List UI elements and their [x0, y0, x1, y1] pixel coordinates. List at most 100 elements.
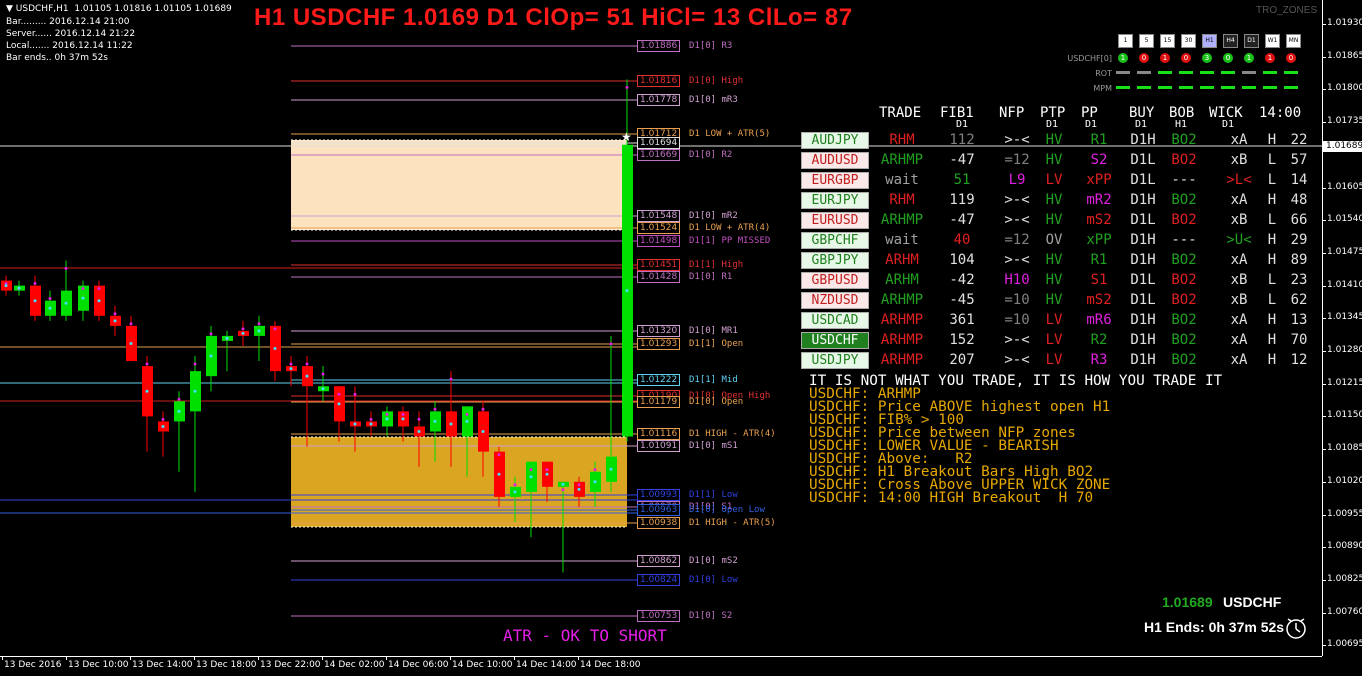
cell-hl: L [1267, 172, 1277, 188]
indicator-dot [561, 482, 565, 486]
pair-button[interactable]: USDCAD [801, 312, 869, 329]
timeframe-w1[interactable]: W1 [1265, 34, 1280, 48]
cell-wx: xB [1230, 152, 1248, 168]
time-tick-label: 13 Dec 2016 [4, 660, 62, 670]
cell-wx: >L< [1226, 172, 1252, 188]
indicator-dot [481, 429, 485, 433]
price-axis[interactable]: 1.01930 1.01865 1.01800 1.01735 1.01605 1.015… [1322, 0, 1362, 656]
level-label: D1[0] mS2 [689, 556, 738, 566]
menu-triangle-icon[interactable]: ▼ [6, 4, 16, 14]
price-tick [1323, 547, 1326, 549]
cell-nfp: =10 [1004, 312, 1030, 328]
cell-val: 14 [1290, 172, 1308, 188]
cell-fib: 104 [949, 252, 975, 268]
cell-trade: ARHM [885, 272, 919, 288]
time-tick [2, 657, 3, 660]
cell-wx: xA [1230, 252, 1248, 268]
cell-wx: xA [1230, 192, 1248, 208]
cell-val: 23 [1290, 272, 1308, 288]
mpm-row-label: MPM [1093, 84, 1112, 93]
cell-pp: mS2 [1086, 292, 1112, 308]
subheader-fib: D1 [956, 119, 969, 130]
mpm-dash [1263, 86, 1277, 89]
cell-fib: 361 [949, 312, 975, 328]
indicator-dot [497, 453, 501, 457]
indicator-dot [529, 468, 533, 472]
level-price-box: 1.00993 [637, 489, 681, 501]
cell-wx: xB [1230, 212, 1248, 228]
indicator-dot [449, 422, 453, 426]
pair-button[interactable]: AUDJPY [801, 132, 869, 149]
symbol-display: USDCHF [1223, 594, 1282, 610]
cell-hl: H [1267, 192, 1277, 208]
cell-val: 57 [1290, 152, 1308, 168]
timeframe-5[interactable]: 5 [1139, 34, 1154, 48]
level-label: D1[0] mR2 [689, 211, 738, 221]
timeframe-h4[interactable]: H4 [1223, 34, 1238, 48]
pair-button[interactable]: NZDUSD [801, 292, 869, 309]
table-row[interactable]: EURGBP wait 51 L9 LV xPP D1L --- >L< L 14 [0, 171, 1320, 191]
pair-button[interactable]: EURGBP [801, 172, 869, 189]
level-price-box: 1.01694 [637, 137, 681, 149]
cell-hl: L [1267, 292, 1277, 308]
cell-ptp: HV [1045, 192, 1063, 208]
table-row[interactable]: USDJPY ARHMP 207 >-< LV R3 D1H BO2 xA H 12 [0, 351, 1320, 371]
table-row[interactable]: NZDUSD ARHMP -45 =10 HV mS2 D1L BO2 xB L 62 [0, 291, 1320, 311]
rot-dash [1137, 71, 1151, 74]
price-tick-label: 1.00890 [1327, 541, 1362, 552]
indicator-dot [433, 419, 437, 423]
indicator-dot [593, 468, 597, 472]
timeframe-15[interactable]: 15 [1160, 34, 1175, 48]
cell-ptp: LV [1045, 172, 1063, 188]
time-tick-label: 14 Dec 02:00 [324, 660, 385, 670]
cell-bob: --- [1171, 172, 1197, 188]
timeframe-mn[interactable]: MN [1286, 34, 1301, 48]
price-tick [1323, 383, 1326, 385]
signal-dot: 1 [1160, 53, 1170, 63]
cell-wx: xA [1230, 132, 1248, 148]
timeframe-1[interactable]: 1 [1118, 34, 1133, 48]
pair-button[interactable]: AUDUSD [801, 152, 869, 169]
indicator-dot [401, 412, 405, 416]
cell-buy: D1L [1130, 272, 1156, 288]
cell-pp: mR2 [1086, 192, 1112, 208]
timeframe-h1[interactable]: H1 [1202, 34, 1217, 48]
cell-hl: H [1267, 332, 1277, 348]
timeframe-30[interactable]: 30 [1181, 34, 1196, 48]
level-price-box: 1.01116 [637, 428, 681, 440]
time-axis[interactable]: 13 Dec 2016 13 Dec 10:00 13 Dec 14:00 13 De… [0, 656, 1322, 676]
time-tick [450, 657, 451, 660]
mpm-dash [1179, 86, 1193, 89]
cell-wx: xA [1230, 332, 1248, 348]
level-label: D1[1] High [689, 260, 744, 270]
price-tick-label: 1.01865 [1327, 50, 1362, 61]
level-price-box: 1.01778 [637, 94, 681, 106]
indicator-dot [433, 407, 437, 411]
level-price-box: 1.01428 [637, 271, 681, 283]
pair-button[interactable]: GBPCHF [801, 232, 869, 249]
pair-button[interactable]: USDJPY [801, 352, 869, 369]
cell-nfp: H10 [1004, 272, 1030, 288]
pair-button[interactable]: EURUSD [801, 212, 869, 229]
pair-button[interactable]: GBPJPY [801, 252, 869, 269]
cell-val: 89 [1290, 252, 1308, 268]
indicator-dot [385, 417, 389, 421]
table-row[interactable]: EURJPY RHM 119 >-< HV mR2 D1H BO2 xA H 48 [0, 191, 1320, 211]
time-tick-label: 13 Dec 14:00 [132, 660, 193, 670]
header-trade: TRADE [879, 105, 922, 121]
cell-nfp: =10 [1004, 292, 1030, 308]
signal-dot: 0 [1223, 53, 1233, 63]
cell-nfp: L9 [1008, 172, 1026, 188]
timeframe-d1[interactable]: D1 [1244, 34, 1259, 48]
mpm-dash [1137, 86, 1151, 89]
pair-button[interactable]: EURJPY [801, 192, 869, 209]
cell-ptp: HV [1045, 272, 1063, 288]
indicator-watermark: TRO_ZONES [1256, 5, 1318, 16]
level-price-box: 1.01091 [637, 440, 681, 452]
indicator-dot [369, 417, 373, 421]
price-chart[interactable]: ★ ▼ USDCHF,H1 1.01105 1.01816 1.01105 1.… [0, 0, 1322, 656]
subheader-bob: H1 [1175, 119, 1188, 130]
pair-button[interactable]: GBPUSD [801, 272, 869, 289]
pair-button[interactable]: USDCHF [801, 332, 869, 349]
indicator-dot [417, 417, 421, 421]
